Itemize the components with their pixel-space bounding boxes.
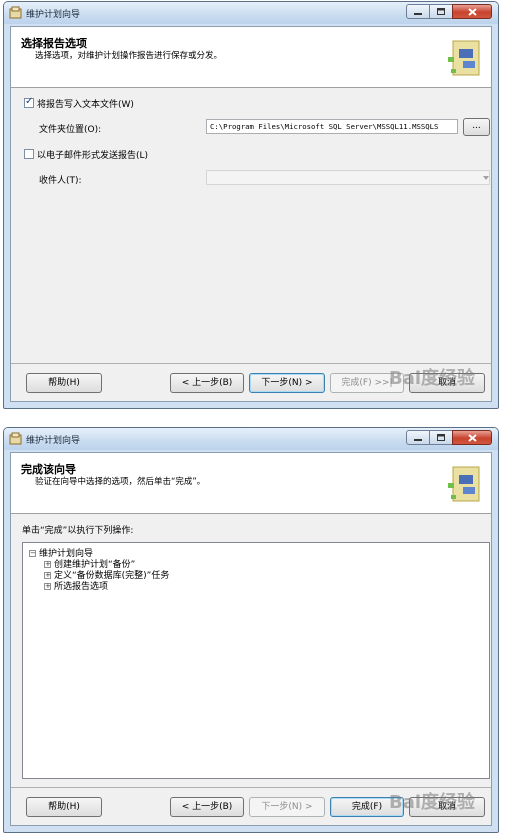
window-title: 维护计划向导 [26,10,81,20]
title-bar[interactable]: 维护计划向导 [4,428,498,450]
watermark: Bai度经验 [389,792,476,813]
expand-icon[interactable]: + [44,572,51,579]
instruction-text: 单击“完成”以执行下列操作: [22,526,134,536]
minimize-button[interactable] [406,4,430,19]
page-subtitle: 选择选项，对维护计划操作报告进行保存或分发。 [35,51,223,61]
maximize-icon [437,8,445,15]
minimize-icon [414,12,422,15]
browse-button[interactable]: ... [463,118,490,136]
email-report-checkbox[interactable] [24,149,34,159]
next-button[interactable]: 下一步(N) > [249,373,325,393]
wizard-graphic-icon [448,40,480,76]
wizard-client-area: 完成该向导 验证在向导中选择的选项，然后单击“完成”。 单击“完成”以执行下列操… [10,452,492,826]
back-button[interactable]: < 上一步(B) [170,373,244,393]
maximize-button[interactable] [429,430,453,445]
expand-icon[interactable]: + [44,561,51,568]
maximize-icon [437,434,445,441]
write-to-file-checkbox[interactable] [24,96,34,108]
wizard-graphic-icon [448,466,480,502]
wizard-header: 选择报告选项 选择选项，对维护计划操作报告进行保存或分发。 [11,27,491,88]
window-title: 维护计划向导 [26,436,81,446]
expand-icon[interactable]: + [44,583,51,590]
chevron-down-icon [483,176,489,180]
next-button[interactable]: 下一步(N) > [249,797,325,817]
help-button[interactable]: 帮助(H) [26,797,102,817]
close-icon [467,433,477,442]
recipient-dropdown[interactable] [206,170,490,185]
page-subtitle: 验证在向导中选择的选项，然后单击“完成”。 [35,477,206,487]
wizard-header: 完成该向导 验证在向导中选择的选项，然后单击“完成”。 [11,453,491,514]
folder-location-label: 文件夹位置(O): [39,125,102,135]
recipient-label: 收件人(T): [39,176,82,186]
actions-tree[interactable]: − 维护计划向导 + 创建维护计划“备份” + 定义“备份数据库(完整)”任务 + 所选… [22,542,490,779]
close-button[interactable] [452,4,492,19]
close-button[interactable] [452,430,492,445]
title-bar[interactable]: 维护计划向导 [4,2,498,24]
back-button[interactable]: < 上一步(B) [170,797,244,817]
wizard-client-area: 选择报告选项 选择选项，对维护计划操作报告进行保存或分发。 将报告写入文本文件(… [10,26,492,402]
collapse-icon[interactable]: − [29,550,36,557]
minimize-button[interactable] [406,430,430,445]
watermark: Bai度经验 [389,368,476,389]
tree-item[interactable]: + 所选报告选项 [44,579,108,592]
email-report-label: 以电子邮件形式发送报告(L) [37,151,149,161]
wizard-app-icon [9,432,22,445]
folder-location-input[interactable]: C:\Program Files\Microsoft SQL Server\MS… [206,119,458,134]
wizard-app-icon [9,6,22,19]
minimize-icon [414,438,422,441]
write-to-file-label: 将报告写入文本文件(W) [37,100,134,110]
tree-item-label: 所选报告选项 [54,582,109,592]
wizard-window-complete: 维护计划向导 完成该向导 验证在向导中选择的选项，然后单击“完成”。 单击“完成… [3,427,499,833]
maximize-button[interactable] [429,4,453,19]
wizard-window-report-options: 维护计划向导 选择报告选项 选择选项，对维护计划操作报告进行保存或分发。 ✓ 将… [3,1,499,409]
help-button[interactable]: 帮助(H) [26,373,102,393]
close-icon [467,7,477,16]
